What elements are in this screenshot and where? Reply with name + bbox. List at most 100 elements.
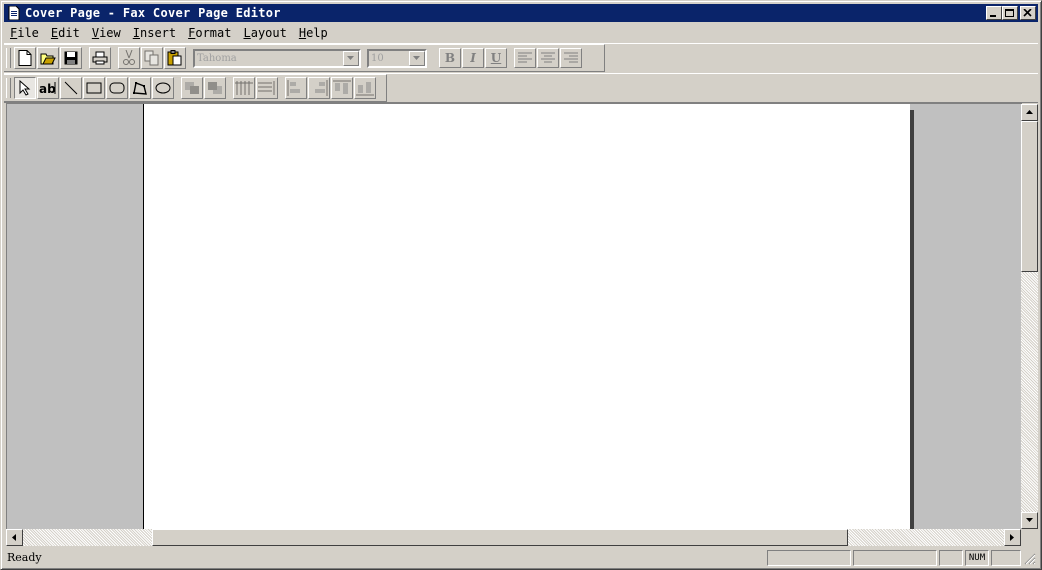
svg-text:ab: ab (39, 82, 56, 95)
minimize-button[interactable] (986, 6, 1002, 20)
align-objects-bottom-icon (356, 82, 374, 96)
align-left-button[interactable] (514, 48, 536, 68)
editor-workspace[interactable] (6, 103, 1022, 530)
select-tool-button[interactable] (14, 77, 36, 99)
menu-view[interactable]: View (86, 26, 127, 40)
space-down-button[interactable] (256, 77, 278, 99)
rectangle-tool-button[interactable] (83, 77, 105, 99)
open-button[interactable] (37, 47, 59, 69)
status-bar: Ready NUM (4, 548, 1038, 567)
align-right-objects-button[interactable] (308, 77, 330, 99)
drawing-toolbar: ab (4, 74, 387, 102)
font-name-dropdown-button[interactable] (343, 50, 359, 66)
menu-format[interactable]: Format (182, 26, 237, 40)
toolbar-grip[interactable] (6, 78, 11, 98)
ellipse-tool-button[interactable] (152, 77, 174, 99)
save-disk-icon (64, 51, 78, 65)
italic-button[interactable]: I (462, 48, 484, 68)
paste-button[interactable] (164, 47, 186, 69)
toolbar-grip[interactable] (6, 48, 11, 68)
space-across-button[interactable] (233, 77, 255, 99)
status-panel-2 (853, 550, 937, 566)
paste-clipboard-icon (167, 50, 182, 66)
rectangle-tool-icon (86, 82, 102, 94)
menu-bar: File Edit View Insert Format Layout Help (4, 24, 334, 42)
bold-button[interactable]: B (439, 48, 461, 68)
page-shadow (910, 110, 914, 530)
status-panel-5 (991, 550, 1021, 566)
font-size-value: 10 (371, 52, 384, 64)
arrow-left-icon (12, 533, 16, 541)
menu-file[interactable]: File (4, 26, 45, 40)
open-folder-icon (40, 53, 56, 65)
align-bottom-objects-button[interactable] (354, 77, 376, 99)
align-objects-right-icon (315, 80, 328, 96)
printer-icon (92, 51, 108, 65)
close-icon (1023, 9, 1032, 17)
save-button[interactable] (60, 47, 82, 69)
font-size-dropdown-button[interactable] (409, 50, 425, 66)
bring-to-front-button[interactable] (181, 77, 203, 99)
maximize-icon (1005, 9, 1014, 17)
menu-edit[interactable]: Edit (45, 26, 86, 40)
align-right-button[interactable] (560, 48, 582, 68)
app-window: Cover Page - Fax Cover Page Editor File … (0, 0, 1042, 570)
pointer-arrow-icon (19, 80, 31, 96)
rounded-rectangle-tool-button[interactable] (106, 77, 128, 99)
num-lock-indicator: NUM (965, 550, 989, 566)
space-down-icon (258, 81, 275, 95)
polygon-tool-icon (133, 82, 147, 95)
align-top-objects-button[interactable] (331, 77, 353, 99)
vertical-scrollbar[interactable] (1021, 104, 1038, 529)
align-objects-left-icon (287, 80, 300, 96)
align-center-icon (541, 52, 555, 63)
status-panel-3 (939, 550, 963, 566)
copy-icon (144, 50, 159, 66)
print-button[interactable] (89, 47, 111, 69)
new-document-icon (18, 50, 32, 66)
chevron-down-icon (347, 55, 354, 60)
align-left-objects-button[interactable] (285, 77, 307, 99)
cut-button[interactable] (118, 47, 140, 69)
send-to-back-icon (208, 82, 222, 94)
text-tool-button[interactable]: ab (37, 77, 59, 99)
menu-layout[interactable]: Layout (237, 26, 292, 40)
chevron-down-icon (413, 55, 420, 60)
horizontal-scrollbar[interactable] (6, 529, 1021, 546)
close-button[interactable] (1020, 6, 1036, 20)
arrow-right-icon (1010, 533, 1014, 541)
arrow-down-icon (1025, 518, 1033, 522)
menu-insert[interactable]: Insert (127, 26, 182, 40)
align-center-button[interactable] (537, 48, 559, 68)
status-panel-1 (767, 550, 851, 566)
window-title: Cover Page - Fax Cover Page Editor (25, 6, 281, 20)
maximize-button[interactable] (1002, 6, 1018, 20)
align-left-icon (518, 52, 532, 63)
scissors-icon (123, 50, 135, 65)
scroll-up-button[interactable] (1021, 104, 1038, 121)
line-tool-icon (64, 81, 78, 95)
standard-toolbar: Tahoma 10 B I U (4, 44, 605, 72)
send-to-back-button[interactable] (204, 77, 226, 99)
resize-grip-icon[interactable] (1024, 553, 1036, 565)
horizontal-scroll-thumb[interactable] (152, 529, 848, 546)
cover-page-canvas[interactable] (143, 104, 910, 530)
title-bar[interactable]: Cover Page - Fax Cover Page Editor (4, 4, 1038, 22)
line-tool-button[interactable] (60, 77, 82, 99)
menu-help[interactable]: Help (293, 26, 334, 40)
scroll-right-button[interactable] (1004, 529, 1021, 546)
scroll-down-button[interactable] (1021, 512, 1038, 529)
font-size-combo[interactable]: 10 (367, 48, 427, 68)
vertical-scroll-thumb[interactable] (1021, 121, 1038, 272)
align-objects-top-icon (333, 80, 351, 94)
arrow-up-icon (1025, 110, 1033, 114)
ellipse-tool-icon (155, 82, 171, 94)
font-name-combo[interactable]: Tahoma (193, 48, 361, 68)
minimize-icon (990, 15, 996, 17)
rounded-rectangle-icon (109, 82, 125, 94)
polygon-tool-button[interactable] (129, 77, 151, 99)
scroll-left-button[interactable] (6, 529, 23, 546)
new-button[interactable] (14, 47, 36, 69)
underline-button[interactable]: U (485, 48, 507, 68)
copy-button[interactable] (141, 47, 163, 69)
